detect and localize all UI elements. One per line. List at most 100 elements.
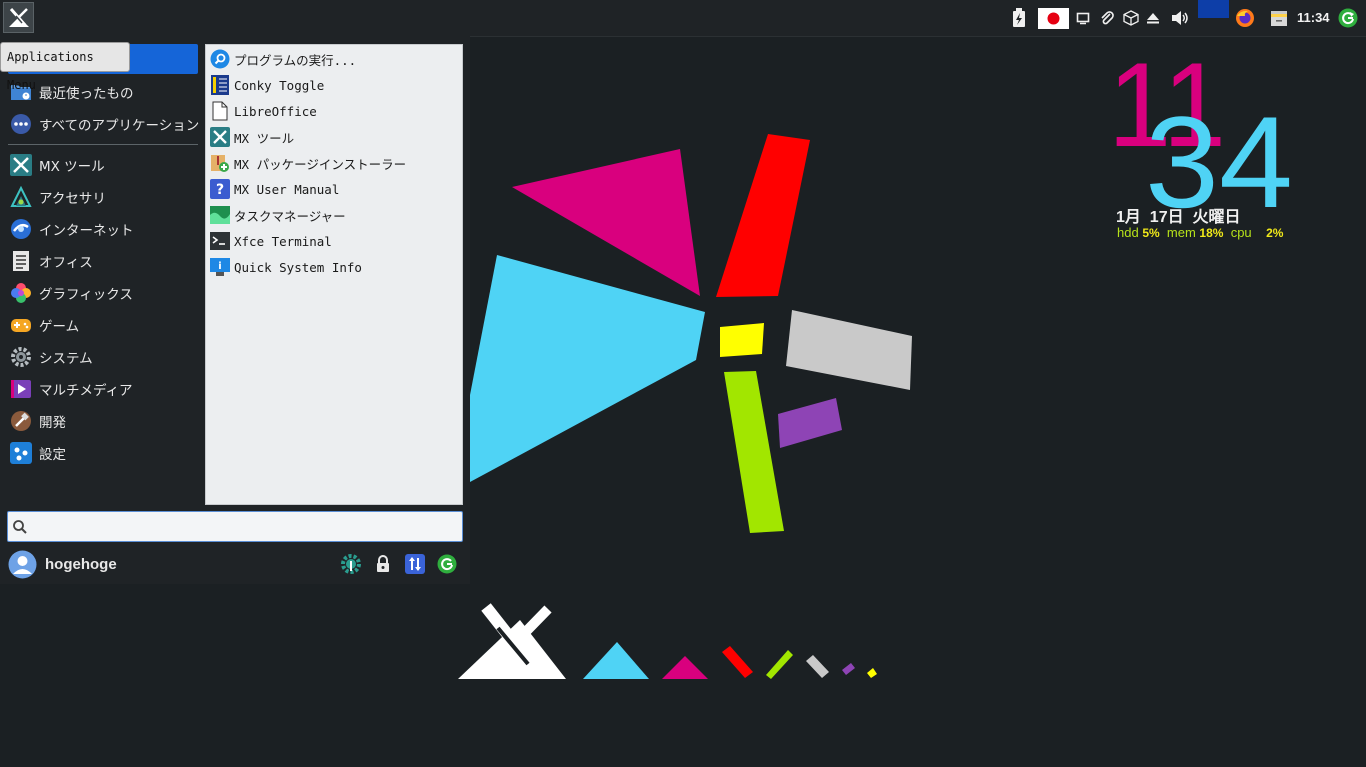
category-label: すべてのアプリケーション: [39, 118, 200, 134]
lock-icon: [377, 555, 389, 572]
clipboard-tray[interactable]: [1097, 0, 1117, 36]
conky-cpu-value: 2%: [1266, 226, 1284, 240]
app-xfce-terminal[interactable]: Xfce Terminal: [210, 229, 332, 253]
app-label: プログラムの実行...: [234, 52, 357, 68]
removable-media-tray[interactable]: [1144, 0, 1162, 36]
category-all-applications[interactable]: すべてのアプリケーション: [10, 111, 199, 137]
accessories-icon: [10, 186, 32, 208]
conky-cpu-label: cpu: [1230, 225, 1252, 240]
paperclip-icon: [1101, 11, 1114, 25]
category-label: マルチメディア: [39, 383, 133, 399]
category-label: グラフィックス: [39, 287, 133, 303]
applications-menu-button[interactable]: [3, 2, 34, 33]
firefox-icon: [1236, 9, 1254, 27]
lock-screen-button[interactable]: [372, 553, 394, 575]
category-accessories[interactable]: アクセサリ: [10, 184, 106, 210]
window-icon: [1076, 12, 1090, 25]
application-list: プログラムの実行... Conky Toggle LibreOffice MX …: [205, 44, 463, 505]
app-run-program[interactable]: プログラムの実行...: [210, 47, 356, 71]
category-label: MX ツール: [39, 159, 105, 175]
panel-clock[interactable]: 11:34: [1297, 0, 1330, 36]
power-manager-tray[interactable]: [1008, 0, 1030, 36]
category-games[interactable]: ゲーム: [10, 312, 79, 338]
logout-button[interactable]: [436, 553, 458, 575]
app-label: Xfce Terminal: [234, 233, 332, 249]
workspace-switcher[interactable]: [1198, 0, 1229, 36]
category-label: 開発: [39, 415, 66, 431]
app-quick-system-info[interactable]: i Quick System Info: [210, 255, 362, 279]
menu-search[interactable]: [7, 511, 463, 542]
settings-manager-button[interactable]: [340, 553, 362, 575]
svg-text:?: ?: [216, 182, 224, 198]
file-manager-launcher[interactable]: [1268, 0, 1290, 36]
mx-logo-icon: [8, 7, 29, 27]
app-label: Quick System Info: [234, 259, 362, 275]
category-system[interactable]: システム: [10, 344, 93, 370]
app-libreoffice[interactable]: LibreOffice: [210, 99, 317, 123]
window-tray[interactable]: [1074, 0, 1092, 36]
development-icon: [10, 410, 32, 432]
eject-icon: [1147, 13, 1159, 24]
graphics-icon: [10, 282, 32, 304]
category-label: オフィス: [39, 255, 93, 271]
app-task-manager[interactable]: タスクマネージャー: [210, 203, 346, 227]
applications-menu-tooltip: Applications Menu: [0, 42, 130, 92]
package-icon: [1123, 10, 1139, 26]
wallpaper-yellow-shape: [720, 323, 764, 357]
category-label: 最近使ったもの: [39, 86, 134, 102]
conky-date: 1月 17日 火曜日: [1116, 209, 1241, 226]
settings-manager-icon: [341, 554, 361, 574]
username: hogehoge: [45, 555, 117, 573]
task-manager-icon: [210, 205, 230, 225]
top-panel: 11:34: [0, 0, 1366, 37]
category-label: アクセサリ: [39, 191, 106, 207]
help-icon: ?: [210, 179, 230, 199]
firefox-launcher[interactable]: [1233, 0, 1257, 36]
category-mx-tools[interactable]: MX ツール: [10, 152, 105, 178]
updater-tray[interactable]: [1121, 0, 1141, 36]
update-notifier[interactable]: [1337, 0, 1359, 36]
app-mx-user-manual[interactable]: ? MX User Manual: [210, 177, 339, 201]
category-multimedia[interactable]: マルチメディア: [10, 376, 133, 402]
category-office[interactable]: オフィス: [10, 248, 93, 274]
category-internet[interactable]: インターネット: [10, 216, 134, 242]
keyboard-layout-tray[interactable]: [1037, 0, 1070, 36]
menu-separator: [8, 144, 198, 145]
category-label: 設定: [39, 447, 66, 463]
app-label: タスクマネージャー: [234, 208, 346, 224]
svg-text:i: i: [218, 261, 221, 272]
package-installer-icon: [210, 153, 230, 173]
terminal-icon: [210, 231, 230, 251]
search-icon: [13, 520, 27, 534]
mx-tools-icon: [210, 127, 230, 147]
power-icon: [1013, 8, 1025, 27]
conky-mem-value: 18%: [1199, 226, 1224, 240]
switch-user-button[interactable]: [404, 553, 426, 575]
app-label: MX パッケージインストーラー: [234, 156, 407, 172]
conky-hdd-label: hdd: [1117, 225, 1139, 240]
conky-stats: hdd 5% mem 18% cpu 2%: [1117, 225, 1283, 240]
internet-icon: [10, 218, 32, 240]
all-apps-icon: [10, 113, 32, 135]
switch-user-icon: [405, 554, 425, 574]
category-graphics[interactable]: グラフィックス: [10, 280, 133, 306]
volume-icon: [1172, 11, 1188, 25]
app-conky-toggle[interactable]: Conky Toggle: [210, 73, 324, 97]
category-label: インターネット: [39, 223, 134, 239]
category-label: システム: [39, 351, 93, 367]
file-manager-icon: [1271, 11, 1287, 26]
user-info: hogehoge: [8, 549, 117, 579]
search-input[interactable]: [30, 516, 454, 539]
update-icon: [1338, 8, 1358, 28]
run-program-icon: [210, 49, 230, 69]
system-icon: [10, 346, 32, 368]
conky-icon: [210, 75, 230, 95]
volume-tray[interactable]: [1169, 0, 1191, 36]
app-label: Conky Toggle: [234, 77, 325, 93]
conky-mem-label: mem: [1166, 225, 1196, 240]
app-mx-tools[interactable]: MX ツール: [210, 125, 294, 149]
category-development[interactable]: 開発: [10, 408, 66, 434]
app-label: MX User Manual: [234, 181, 340, 197]
category-settings[interactable]: 設定: [10, 440, 66, 466]
app-mx-package-installer[interactable]: MX パッケージインストーラー: [210, 151, 406, 175]
